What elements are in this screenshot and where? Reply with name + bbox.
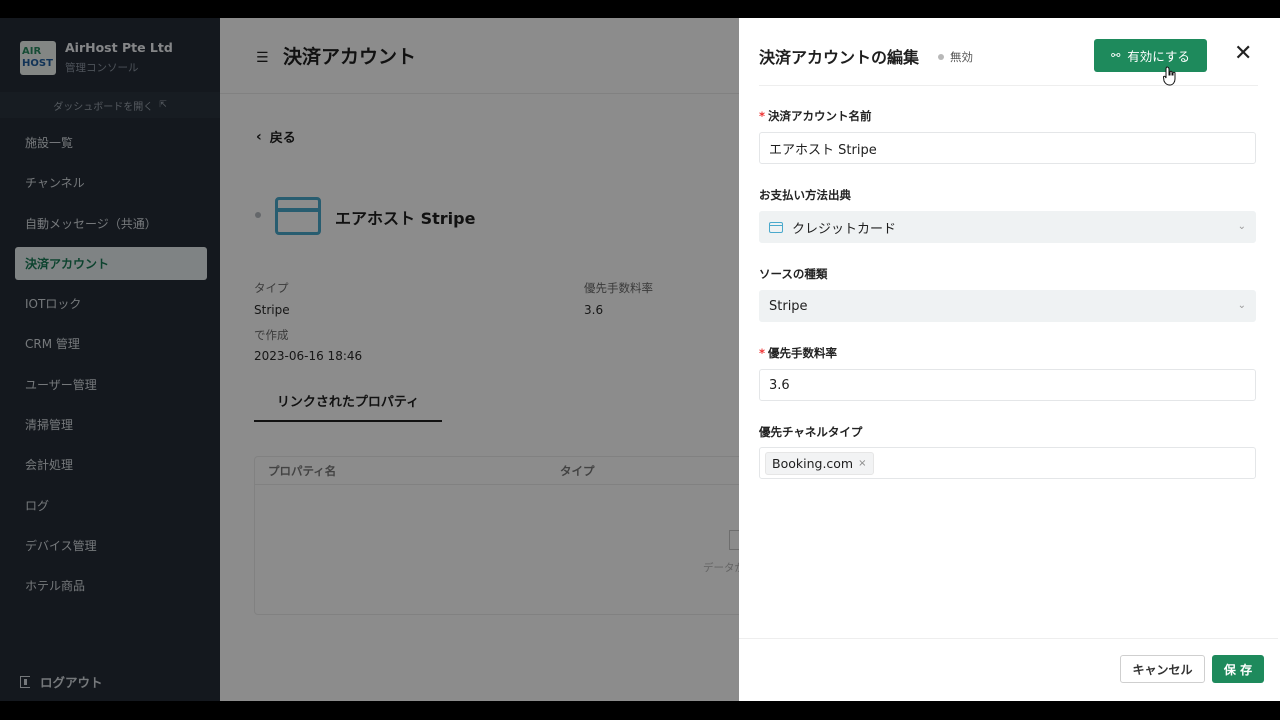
- fee-rate-input[interactable]: 3.6: [759, 369, 1256, 401]
- name-field-label: * 決済アカウント名前: [759, 109, 872, 123]
- close-icon[interactable]: ✕: [1234, 43, 1252, 65]
- cancel-button[interactable]: キャンセル: [1120, 655, 1205, 683]
- app-window: AIR HOST AirHost Pte Ltd 管理コンソール ダッシュボード…: [0, 18, 1280, 701]
- channel-tag-label: Booking.com: [772, 455, 854, 471]
- channel-type-select[interactable]: Booking.com ×: [759, 447, 1256, 479]
- payment-source-label: お支払い方法出典: [759, 188, 851, 202]
- source-type-select[interactable]: Stripe ⌄: [759, 290, 1256, 322]
- payment-source-value: クレジットカード: [792, 221, 897, 237]
- chevron-down-icon: ⌄: [1237, 300, 1246, 311]
- link-icon: ⚯: [1111, 49, 1121, 62]
- drawer-title: 決済アカウントの編集: [759, 48, 920, 67]
- modal-overlay[interactable]: [0, 18, 739, 701]
- remove-tag-icon[interactable]: ×: [858, 458, 866, 469]
- credit-card-icon: [769, 221, 783, 233]
- channel-tag: Booking.com ×: [765, 451, 874, 475]
- payment-source-select[interactable]: クレジットカード ⌄: [759, 211, 1256, 243]
- status-label: 無効: [950, 50, 973, 64]
- status-badge: 無効: [938, 49, 973, 65]
- hand-cursor-icon: [1163, 66, 1176, 86]
- channel-type-label: 優先チャネルタイプ: [759, 425, 863, 439]
- save-button[interactable]: 保 存: [1212, 655, 1264, 683]
- account-name-input[interactable]: エアホスト Stripe: [759, 132, 1256, 164]
- source-type-value: Stripe: [769, 298, 808, 314]
- source-type-label: ソースの種類: [759, 267, 828, 281]
- edit-drawer: 決済アカウントの編集 無効 ⚯ 有効にする ✕ * 決済アカウント名前 エアホスト…: [739, 18, 1278, 701]
- chevron-down-icon: ⌄: [1237, 221, 1246, 232]
- status-dot: [938, 54, 944, 60]
- fee-field-label: * 優先手数料率: [759, 346, 838, 360]
- enable-button[interactable]: ⚯ 有効にする: [1094, 39, 1207, 72]
- enable-button-label: 有効にする: [1127, 49, 1190, 64]
